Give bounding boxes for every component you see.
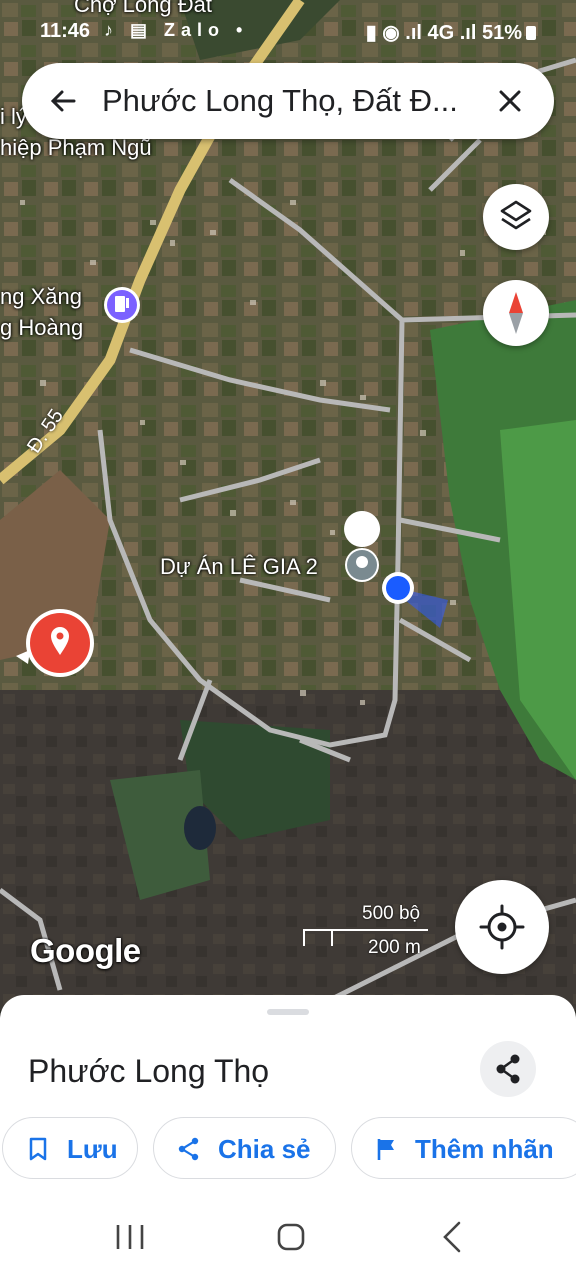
- layers-button[interactable]: [483, 184, 549, 250]
- map-label: ng Xăng: [0, 284, 82, 309]
- search-bar[interactable]: Phước Long Thọ, Đất Đ...: [22, 63, 554, 139]
- battery-icon: [526, 26, 536, 40]
- recents-icon[interactable]: [110, 1217, 150, 1257]
- system-nav-bar: [0, 1195, 576, 1280]
- back-arrow-icon[interactable]: [44, 81, 84, 121]
- compass-icon: [509, 292, 523, 334]
- gas-station-marker[interactable]: [104, 287, 140, 323]
- place-title: Phước Long Thọ: [28, 1053, 270, 1089]
- map-label: g Hoàng: [0, 315, 84, 340]
- share-icon-button[interactable]: [480, 1041, 536, 1097]
- share-button[interactable]: Chia sẻ: [153, 1117, 336, 1179]
- share-icon: [178, 1137, 199, 1161]
- add-label-button[interactable]: Thêm nhãn: [351, 1117, 576, 1179]
- project-label[interactable]: Dự Án LÊ GIA 2: [160, 554, 318, 580]
- share-icon: [496, 1054, 520, 1084]
- scale-label-feet: 500 bộ: [362, 903, 421, 924]
- google-logo: Google: [30, 932, 141, 969]
- save-label: Lưu: [67, 1134, 118, 1164]
- save-button[interactable]: Lưu: [2, 1117, 138, 1179]
- pond: [184, 806, 216, 850]
- locate-icon: [479, 904, 525, 950]
- status-bar: 11:46 ♪ ▤ Zalo • ▮ ◉ .ıl 4G .ıl 51%: [0, 14, 576, 52]
- scale-label-meters: 200 m: [368, 937, 421, 958]
- clock: 11:46: [40, 20, 91, 42]
- layers-icon: [500, 200, 532, 230]
- close-icon[interactable]: [490, 81, 530, 121]
- flag-icon: [377, 1139, 394, 1160]
- my-location-button[interactable]: [455, 880, 549, 974]
- drag-handle[interactable]: [267, 1009, 309, 1015]
- home-icon[interactable]: [271, 1217, 311, 1257]
- notification-icons: ♪ ▤ Zalo •: [104, 20, 249, 40]
- share-label: Chia sẻ: [218, 1134, 311, 1164]
- bookmark-icon: [29, 1137, 47, 1161]
- add-label-text: Thêm nhãn: [415, 1134, 554, 1164]
- compass-button[interactable]: [483, 280, 549, 346]
- map-label: Chợ Long Đất: [74, 0, 212, 17]
- search-query[interactable]: Phước Long Thọ, Đất Đ...: [102, 83, 482, 119]
- system-icons: ▮ ◉ .ıl 4G .ıl 51%: [366, 20, 536, 45]
- status-right-text: ▮ ◉ .ıl 4G .ıl 51%: [365, 22, 522, 44]
- back-icon[interactable]: [433, 1217, 473, 1257]
